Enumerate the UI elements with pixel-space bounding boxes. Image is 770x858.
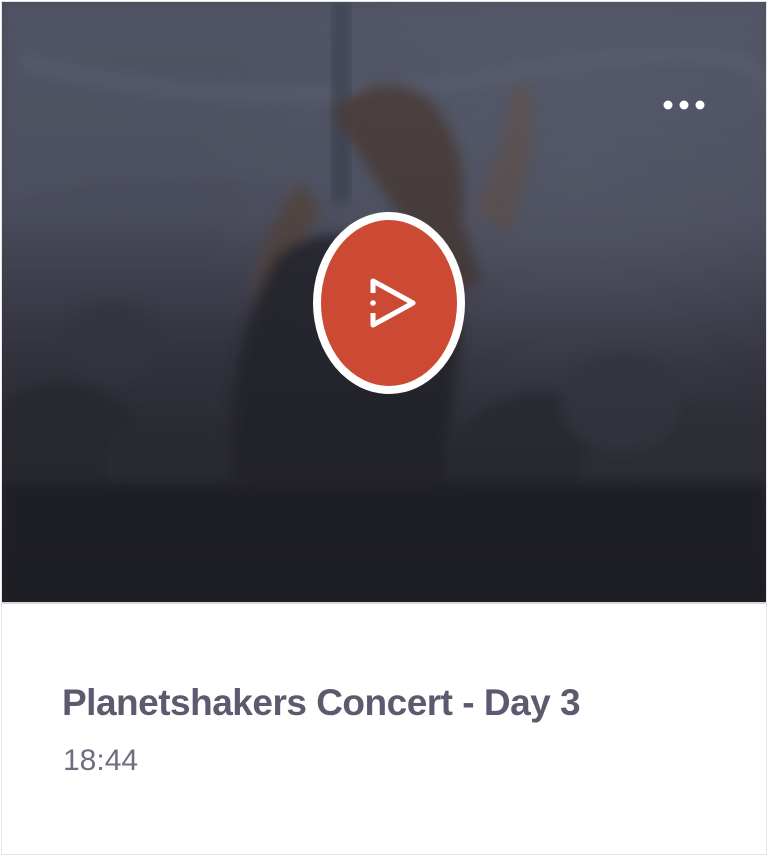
video-thumbnail[interactable] bbox=[2, 2, 766, 602]
more-options-icon bbox=[663, 100, 705, 110]
more-options-button[interactable] bbox=[654, 88, 714, 122]
video-duration: 18:44 bbox=[63, 744, 139, 777]
video-card[interactable]: Planetshakers Concert - Day 3 18:44 bbox=[1, 1, 767, 855]
video-info: Planetshakers Concert - Day 3 18:44 bbox=[2, 604, 766, 854]
video-title[interactable]: Planetshakers Concert - Day 3 bbox=[62, 682, 581, 724]
play-button[interactable] bbox=[307, 205, 471, 401]
